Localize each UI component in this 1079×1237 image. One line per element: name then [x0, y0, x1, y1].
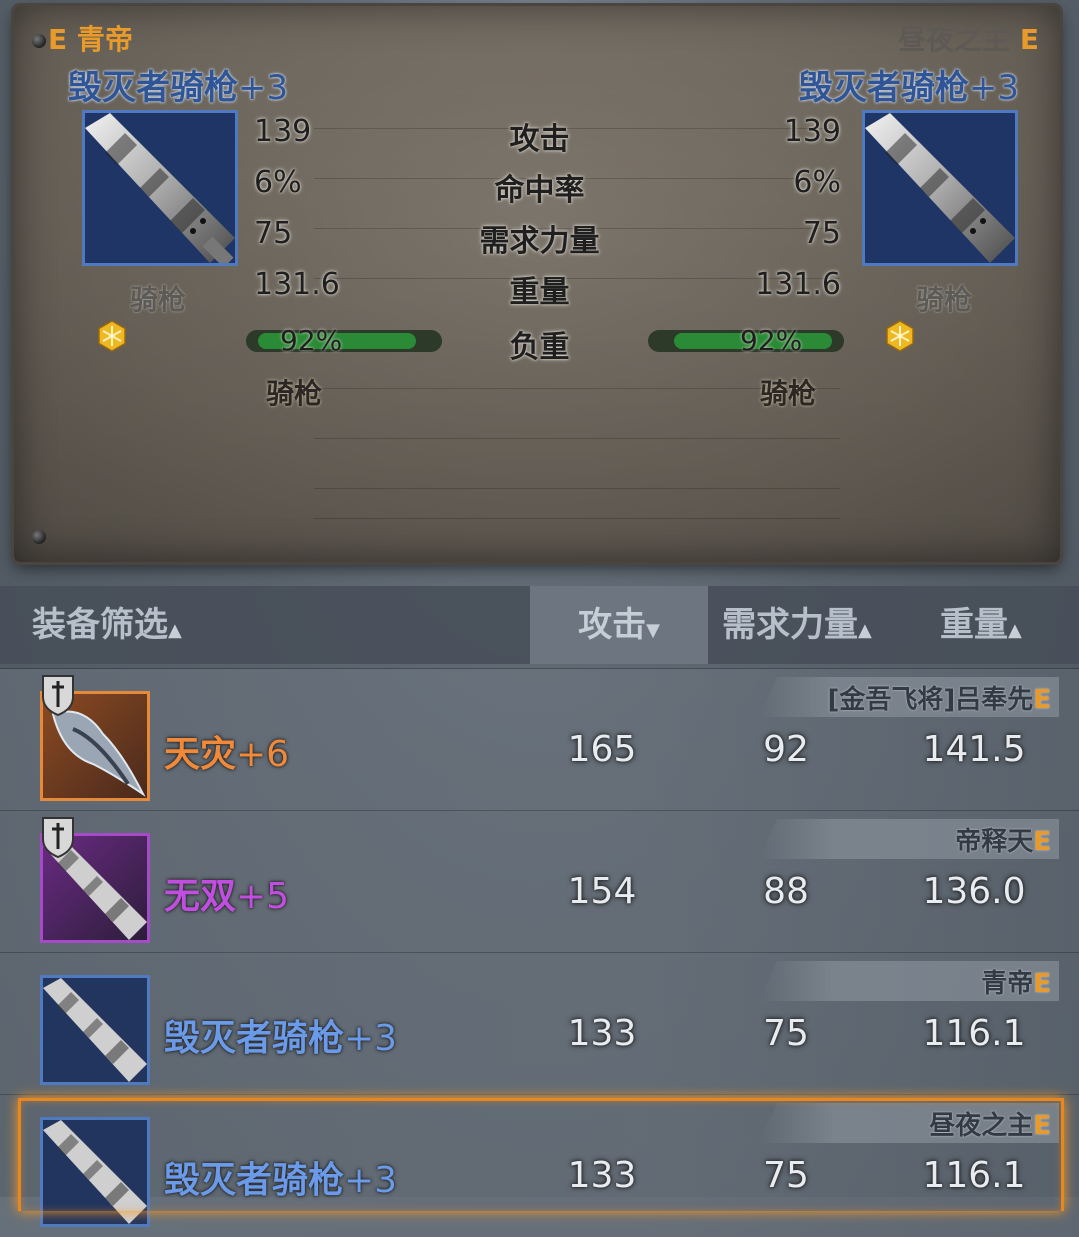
row-weight: 141.5 [922, 729, 1026, 770]
item-name: 无双+5 [164, 876, 290, 917]
row-weight: 116.1 [922, 1013, 1026, 1054]
rivet [32, 34, 46, 48]
right-hit-rate: 6% [793, 165, 841, 200]
load-label: 负重 [509, 330, 570, 365]
sort-up-icon: ▲ [858, 620, 872, 641]
row-str-req: 92 [763, 729, 809, 770]
item-name: 天灾+6 [164, 734, 290, 775]
left-item-title: 毁灭者骑枪+3 [68, 68, 289, 108]
right-weight: 131.6 [755, 267, 841, 302]
sort-str-req-button[interactable]: 需求力量▲ [722, 586, 872, 664]
right-str-req: 75 [802, 216, 841, 251]
attack-label: 攻击 [509, 122, 570, 157]
right-attack: 139 [783, 114, 841, 149]
shield-dagger-icon [42, 817, 74, 859]
item-thumbnail [40, 975, 150, 1085]
right-item-title: 毁灭者骑枪+3 [798, 68, 1019, 108]
row-attack: 165 [567, 729, 637, 770]
row-owner: 青帝E [981, 969, 1051, 999]
equipment-list-header: 装备筛选▲ 攻击▼ 需求力量▲ 重量▲ [0, 586, 1079, 664]
shield-dagger-icon [42, 675, 74, 717]
row-owner: 帝释天E [955, 827, 1051, 857]
sort-weight-button[interactable]: 重量▲ [940, 586, 1022, 664]
str-req-label: 需求力量 [479, 224, 600, 259]
item-name: 毁灭者骑枪+3 [164, 1018, 398, 1059]
sort-attack-button[interactable]: 攻击▼ [530, 586, 708, 664]
hit-rate-label: 命中率 [494, 173, 585, 208]
sort-up-icon: ▲ [168, 620, 182, 641]
row-owner: [金吾飞将]吕奉先E [827, 685, 1051, 715]
right-owner: 昼夜之主 E [898, 23, 1039, 56]
selected-row-highlight [18, 1098, 1064, 1211]
equipment-row[interactable]: 帝释天E 无双+5 154 88 136.0 [0, 810, 1079, 953]
weight-label: 重量 [509, 275, 570, 310]
row-str-req: 75 [763, 1013, 809, 1054]
left-subclass: 骑枪 [266, 377, 323, 410]
row-str-req: 88 [763, 871, 809, 912]
right-subclass: 骑枪 [760, 377, 817, 410]
rivet [32, 530, 46, 544]
equipment-row[interactable]: 青帝E 毁灭者骑枪+3 133 75 116.1 [0, 952, 1079, 1095]
equipment-row[interactable]: [金吾飞将]吕奉先E 天灾+6 165 92 141.5 [0, 668, 1079, 811]
row-weight: 136.0 [922, 871, 1026, 912]
row-attack: 154 [567, 871, 637, 912]
right-load-text: 92% [740, 324, 803, 357]
filter-button[interactable]: 装备筛选▲ [32, 586, 182, 664]
left-owner: E 青帝 [48, 23, 133, 56]
row-attack: 133 [567, 1013, 637, 1054]
right-load-bar: 92% [648, 324, 844, 357]
sort-up-icon: ▲ [1008, 620, 1022, 641]
lance-icon [43, 978, 147, 1082]
sort-down-icon: ▼ [646, 620, 660, 641]
